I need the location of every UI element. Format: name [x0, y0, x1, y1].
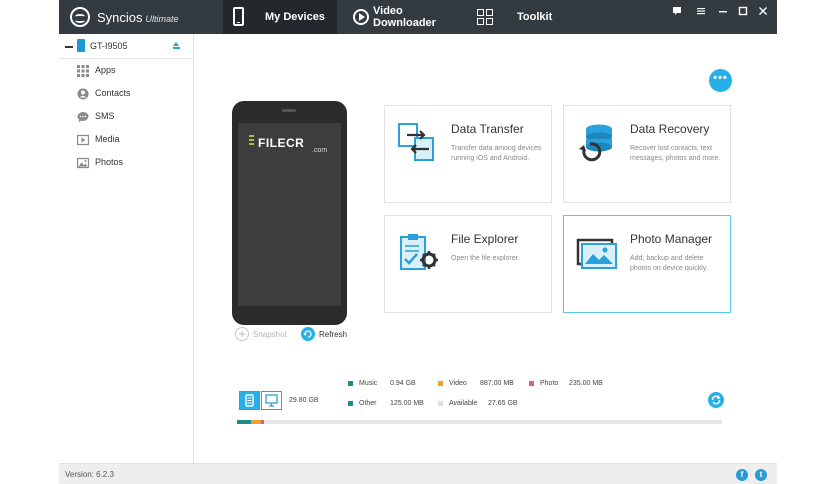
card-description: Recover lost contacts, text messages, ph…	[630, 145, 721, 162]
card-title: Photo Manager	[630, 232, 713, 246]
collapse-icon[interactable]	[65, 46, 73, 48]
device-entry[interactable]: GT-I9505	[59, 34, 194, 59]
file-explorer-icon	[400, 234, 438, 270]
facebook-icon[interactable]: f	[736, 469, 748, 481]
legend-value: 27.65 GB	[488, 400, 518, 407]
snapshot-icon	[235, 327, 249, 341]
legend-name: Photo	[540, 380, 559, 387]
twitter-icon[interactable]: t	[755, 469, 767, 481]
legend-color-swatch	[348, 381, 353, 386]
sidebar-item-label: Contacts	[95, 88, 131, 98]
storage-usage-bar	[237, 420, 722, 424]
sidebar-item-label: Media	[95, 134, 120, 144]
legend-color-swatch	[438, 381, 443, 386]
legend-name: Video	[449, 380, 467, 387]
feedback-icon[interactable]	[670, 5, 684, 19]
tab-toolkit-label: Toolkit	[517, 11, 553, 23]
card-description: Open the file explorer	[451, 255, 518, 262]
media-icon	[77, 134, 89, 146]
more-options-button[interactable]: •••	[709, 69, 732, 92]
apps-grid-icon	[77, 65, 89, 77]
device-screen: FILECR .com	[238, 123, 341, 306]
storage-toggle	[239, 391, 282, 410]
card-title: Data Recovery	[630, 122, 710, 136]
data-transfer-icon	[398, 123, 434, 161]
sidebar-item-contacts[interactable]: Contacts	[77, 86, 177, 102]
usage-segment-video	[251, 420, 261, 424]
tab-toolkit[interactable]: Toolkit	[469, 0, 559, 34]
main-panel: ••• FILECR .com Snapshot Refresh Data Tr…	[194, 34, 777, 463]
status-bar: Version: 6.2.3 f t	[59, 463, 777, 484]
data-recovery-icon	[579, 124, 612, 162]
legend-color-swatch	[438, 401, 443, 406]
app-brand: Syncios Ultimate	[97, 10, 179, 25]
watermark-text: FILECR	[258, 136, 305, 150]
contacts-icon	[77, 88, 89, 100]
legend-name: Music	[359, 380, 378, 387]
menu-icon[interactable]	[694, 5, 708, 19]
data-recovery-card[interactable]: Data Recovery Recover lost contacts, tex…	[563, 105, 731, 203]
photo-manager-icon	[576, 238, 617, 269]
legend-value: 235.00 MB	[569, 380, 603, 387]
sidebar: GT-I9505 Apps Contacts SMS Media Photos	[59, 34, 194, 463]
device-phone-icon	[77, 39, 85, 52]
card-title: File Explorer	[451, 232, 519, 246]
minimize-icon[interactable]	[716, 5, 730, 19]
sidebar-item-media[interactable]: Media	[77, 132, 177, 148]
tab-video-downloader[interactable]: Video Downloader	[343, 0, 463, 34]
usage-segment-photo	[261, 420, 264, 424]
sidebar-item-label: SMS	[95, 111, 115, 121]
sidebar-item-apps[interactable]: Apps	[77, 63, 177, 79]
sms-icon	[77, 112, 89, 123]
device-name: GT-I9505	[90, 41, 128, 51]
watermark-subtext: .com	[312, 147, 328, 154]
toolkit-grid-icon	[477, 9, 495, 26]
refresh-icon	[301, 327, 315, 341]
app-edition: Ultimate	[145, 14, 179, 24]
legend-name: Available	[449, 400, 478, 407]
title-bar: Syncios Ultimate My Devices Video Downloa…	[59, 0, 777, 34]
card-description: Add, backup and delete photos on device …	[630, 255, 708, 272]
legend-color-swatch	[348, 401, 353, 406]
version-label: Version: 6.2.3	[65, 470, 114, 479]
eject-icon[interactable]	[172, 42, 180, 49]
sidebar-item-label: Apps	[95, 65, 116, 75]
phone-storage-button[interactable]	[239, 391, 260, 410]
syncios-logo-icon	[70, 7, 90, 27]
snapshot-label: Snapshot	[253, 330, 287, 339]
sidebar-item-sms[interactable]: SMS	[77, 109, 177, 125]
storage-total: 29.80 GB	[289, 397, 319, 404]
watermark-logo-icon	[249, 135, 254, 147]
tab-my-devices-label: My Devices	[265, 11, 325, 23]
phone-speaker	[282, 109, 296, 112]
play-icon	[353, 9, 369, 25]
phone-icon	[233, 7, 244, 26]
photo-manager-card[interactable]: Photo Manager Add, backup and delete pho…	[563, 215, 731, 313]
tab-video-downloader-label: Video Downloader	[373, 5, 436, 29]
device-preview: FILECR .com	[232, 101, 347, 325]
legend-value: 887.00 MB	[480, 380, 514, 387]
tab-my-devices[interactable]: My Devices	[223, 0, 337, 34]
usage-segment-music	[237, 420, 251, 424]
close-icon[interactable]	[756, 5, 770, 19]
legend-color-swatch	[529, 381, 534, 386]
legend-value: 0.94 GB	[390, 380, 416, 387]
sidebar-item-label: Photos	[95, 157, 124, 167]
sd-storage-button[interactable]	[261, 391, 282, 410]
file-explorer-card[interactable]: File Explorer Open the file explorer	[384, 215, 552, 313]
refresh-icon	[711, 395, 721, 405]
sidebar-item-photos[interactable]: Photos	[77, 155, 177, 171]
refresh-label: Refresh	[319, 330, 348, 339]
refresh-storage-button[interactable]	[708, 392, 724, 408]
legend-value: 125.00 MB	[390, 400, 424, 407]
syncios-window: Syncios Ultimate My Devices Video Downloa…	[59, 0, 777, 484]
legend-name: Other	[359, 400, 377, 407]
photos-icon	[77, 157, 89, 169]
maximize-icon[interactable]	[736, 5, 750, 19]
card-description: Transfer data among devices running iOS …	[451, 145, 542, 162]
data-transfer-card[interactable]: Data Transfer Transfer data among device…	[384, 105, 552, 203]
card-title: Data Transfer	[451, 122, 524, 136]
